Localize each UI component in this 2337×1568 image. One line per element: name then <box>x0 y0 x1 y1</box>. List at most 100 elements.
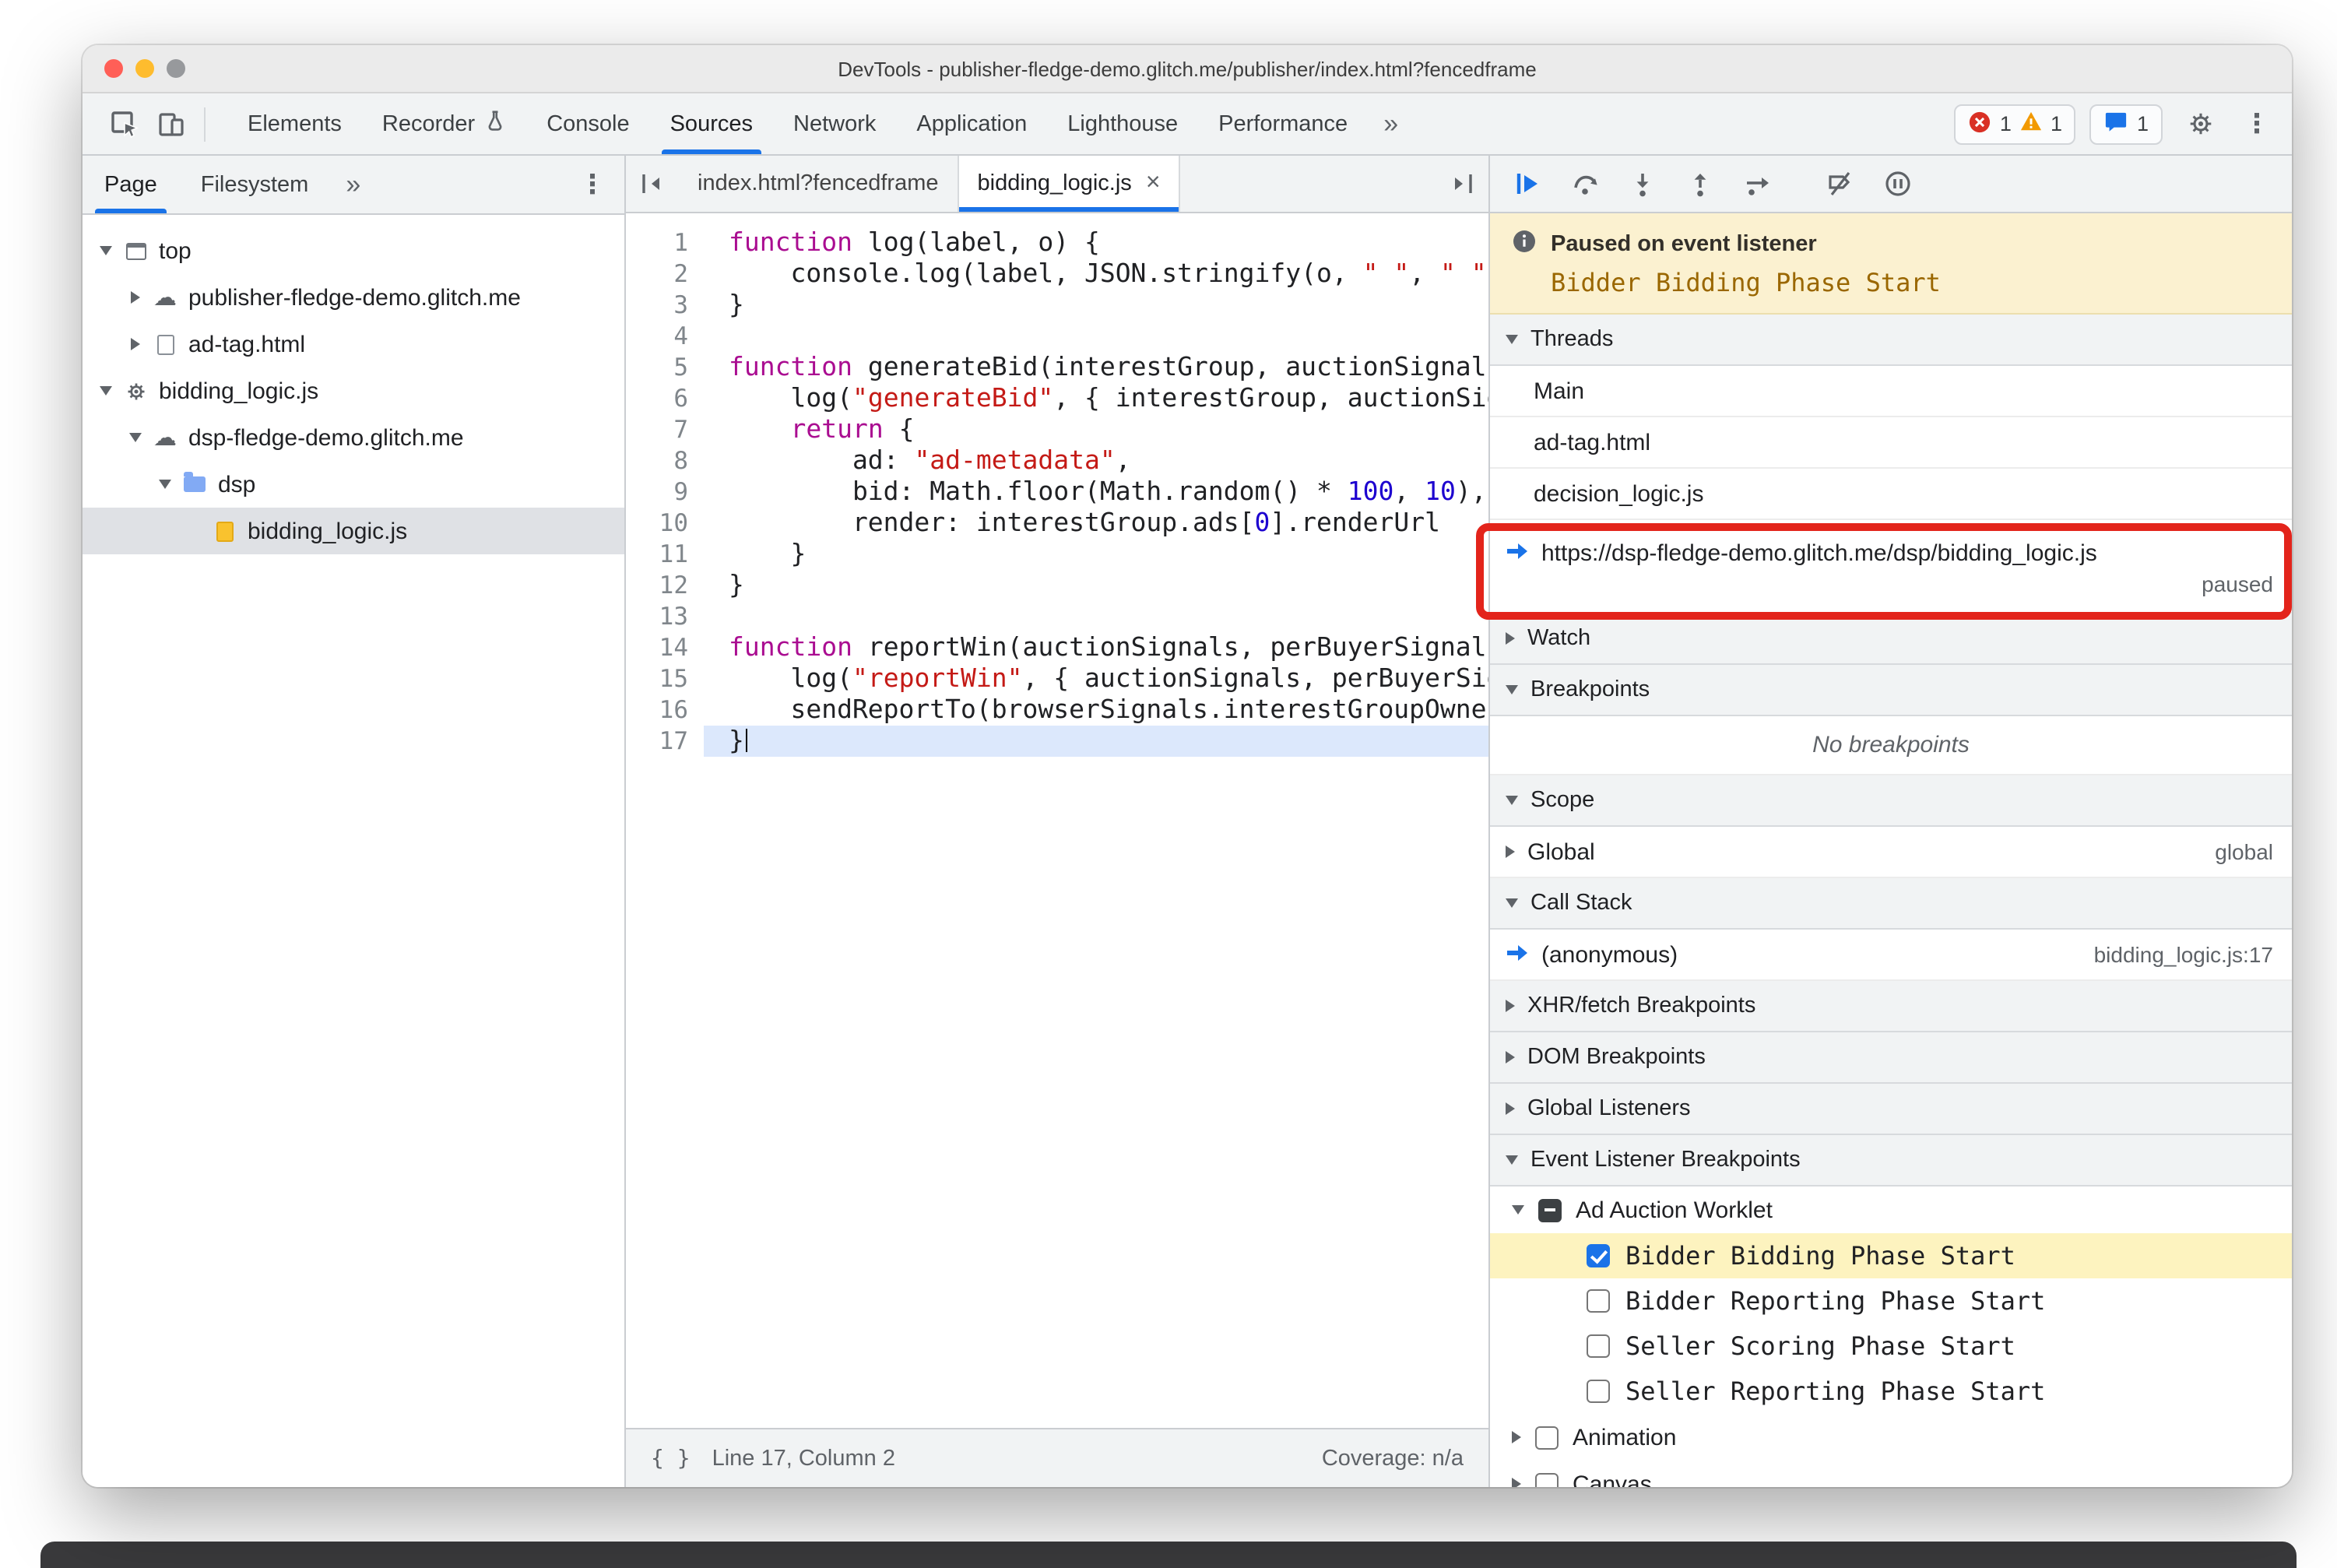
more-navigator-tabs-chevron-icon[interactable]: » <box>330 169 376 200</box>
editor-tab-index-html[interactable]: index.html?fencedframe <box>679 156 959 212</box>
code-line[interactable]: 5 function generateBid(interestGroup, auc… <box>626 352 1488 383</box>
line-number[interactable]: 5 <box>626 352 704 383</box>
code-line[interactable]: 3} <box>626 290 1488 321</box>
tab-network[interactable]: Network <box>773 93 896 154</box>
code-text[interactable]: function reportWin(auctionSignals, perBu… <box>704 632 1488 663</box>
code-line[interactable]: 1 function log(label, o) { <box>626 227 1488 258</box>
code-text[interactable]: render: interestGroup.ads[0].renderUrl <box>704 508 1488 539</box>
code-text[interactable]: log("reportWin", { auctionSignals, perBu… <box>704 663 1488 694</box>
code-text[interactable] <box>704 321 1488 352</box>
elb-group-canvas[interactable]: Canvas <box>1490 1461 2292 1487</box>
resume-script-button[interactable] <box>1509 165 1546 202</box>
tree-item-dsp-domain[interactable]: ☁ dsp-fledge-demo.glitch.me <box>83 414 624 461</box>
line-number[interactable]: 15 <box>626 663 704 694</box>
code-text[interactable]: } <box>704 290 1488 321</box>
checkbox-unchecked[interactable] <box>1587 1289 1610 1313</box>
zoom-window-button[interactable] <box>167 59 185 78</box>
code-line[interactable]: 13 <box>626 601 1488 632</box>
line-number[interactable]: 10 <box>626 508 704 539</box>
code-text[interactable]: } <box>704 570 1488 601</box>
tab-recorder[interactable]: Recorder <box>362 93 526 154</box>
tree-item-publisher-domain[interactable]: ☁ publisher-fledge-demo.glitch.me <box>83 274 624 321</box>
step-over-button[interactable] <box>1566 165 1604 202</box>
section-header-breakpoints[interactable]: Breakpoints <box>1490 665 2292 716</box>
next-editor-tab-icon[interactable] <box>1436 156 1488 212</box>
code-text[interactable]: bid: Math.floor(Math.random() * 100, 10)… <box>704 476 1488 508</box>
code-text[interactable]: log("generateBid", { interestGroup, auct… <box>704 383 1488 414</box>
tree-item-top[interactable]: top <box>83 227 624 274</box>
code-line[interactable]: 14 function reportWin(auctionSignals, per… <box>626 632 1488 663</box>
issues-button[interactable]: 1 <box>2089 104 2163 144</box>
section-header-dom-breakpoints[interactable]: DOM Breakpoints <box>1490 1032 2292 1084</box>
errors-warnings-button[interactable]: 1 1 <box>1954 104 2076 144</box>
close-tab-icon[interactable]: × <box>1146 171 1161 196</box>
code-text[interactable]: function generateBid(interestGroup, auct… <box>704 352 1488 383</box>
elb-item-seller-reporting-phase-start[interactable]: Seller Reporting Phase Start <box>1490 1369 2292 1414</box>
step-into-button[interactable] <box>1624 165 1661 202</box>
line-number[interactable]: 1 <box>626 227 704 258</box>
line-number[interactable]: 8 <box>626 445 704 476</box>
code-line[interactable]: 9 bid: Math.floor(Math.random() * 100, 1… <box>626 476 1488 508</box>
code-line[interactable]: 8 ad: "ad-metadata", <box>626 445 1488 476</box>
pause-on-exceptions-button[interactable] <box>1879 165 1917 202</box>
elb-item-bidder-reporting-phase-start[interactable]: Bidder Reporting Phase Start <box>1490 1278 2292 1324</box>
source-code-editor[interactable]: 1 function log(label, o) { 2 console.log(… <box>626 213 1488 1428</box>
expand-icon[interactable] <box>125 291 146 304</box>
close-window-button[interactable] <box>104 59 123 78</box>
tree-item-dsp-folder[interactable]: dsp <box>83 461 624 508</box>
inspect-element-icon[interactable] <box>101 100 148 147</box>
code-line-paused[interactable]: 17} <box>626 726 1488 757</box>
step-out-button[interactable] <box>1682 165 1719 202</box>
tab-application[interactable]: Application <box>896 93 1047 154</box>
editor-tab-bidding-logic[interactable]: bidding_logic.js × <box>958 156 1181 212</box>
expand-icon[interactable] <box>1512 1478 1521 1487</box>
line-number[interactable]: 4 <box>626 321 704 352</box>
thread-row-decision-logic[interactable]: decision_logic.js <box>1490 469 2292 520</box>
thread-row-bidding-logic-paused[interactable]: https://dsp-fledge-demo.glitch.me/dsp/bi… <box>1490 520 2292 613</box>
section-header-scope[interactable]: Scope <box>1490 775 2292 827</box>
line-number[interactable]: 3 <box>626 290 704 321</box>
code-text[interactable] <box>704 601 1488 632</box>
collapse-icon[interactable] <box>125 433 146 442</box>
elb-item-seller-scoring-phase-start[interactable]: Seller Scoring Phase Start <box>1490 1324 2292 1369</box>
settings-gear-icon[interactable] <box>2177 100 2223 147</box>
elb-item-bidder-bidding-phase-start[interactable]: Bidder Bidding Phase Start <box>1490 1233 2292 1278</box>
line-number[interactable]: 11 <box>626 539 704 570</box>
minimize-window-button[interactable] <box>135 59 154 78</box>
checkbox-unchecked[interactable] <box>1587 1380 1610 1403</box>
tab-performance[interactable]: Performance <box>1198 93 1368 154</box>
line-number[interactable]: 9 <box>626 476 704 508</box>
checkbox-unchecked[interactable] <box>1587 1334 1610 1358</box>
tab-sources[interactable]: Sources <box>650 93 773 154</box>
section-header-global-listeners[interactable]: Global Listeners <box>1490 1084 2292 1135</box>
collapse-icon[interactable] <box>95 246 117 255</box>
code-line[interactable]: 10 render: interestGroup.ads[0].renderUr… <box>626 508 1488 539</box>
tree-item-bidding-logic-file[interactable]: bidding_logic.js <box>83 508 624 554</box>
navigator-menu-kebab-icon[interactable]: ⋮ <box>561 169 624 200</box>
tab-filesystem[interactable]: Filesystem <box>179 156 331 213</box>
line-number[interactable]: 7 <box>626 414 704 445</box>
collapse-icon[interactable] <box>154 480 176 489</box>
line-number[interactable]: 6 <box>626 383 704 414</box>
code-line[interactable]: 4 <box>626 321 1488 352</box>
call-stack-frame-row[interactable]: (anonymous) bidding_logic.js:17 <box>1490 930 2292 981</box>
pretty-print-icon[interactable]: { } <box>651 1446 691 1471</box>
section-header-threads[interactable]: Threads <box>1490 315 2292 366</box>
code-text[interactable]: } <box>704 539 1488 570</box>
deactivate-breakpoints-button[interactable] <box>1822 165 1859 202</box>
tab-page[interactable]: Page <box>83 156 179 213</box>
thread-row-main[interactable]: Main <box>1490 366 2292 417</box>
code-text[interactable]: console.log(label, JSON.stringify(o, " "… <box>704 258 1488 290</box>
code-line[interactable]: 6 log("generateBid", { interestGroup, au… <box>626 383 1488 414</box>
expand-icon[interactable] <box>125 338 146 350</box>
more-panels-chevron-icon[interactable]: » <box>1368 93 1414 154</box>
code-text[interactable]: function log(label, o) { <box>704 227 1488 258</box>
code-text[interactable]: ad: "ad-metadata", <box>704 445 1488 476</box>
tree-item-ad-tag[interactable]: ad-tag.html <box>83 321 624 367</box>
line-number[interactable]: 16 <box>626 694 704 726</box>
section-header-xhr-breakpoints[interactable]: XHR/fetch Breakpoints <box>1490 981 2292 1032</box>
section-header-call-stack[interactable]: Call Stack <box>1490 878 2292 930</box>
line-number[interactable]: 14 <box>626 632 704 663</box>
expand-icon[interactable] <box>1512 1431 1521 1443</box>
checkbox-indeterminate[interactable] <box>1538 1198 1562 1222</box>
